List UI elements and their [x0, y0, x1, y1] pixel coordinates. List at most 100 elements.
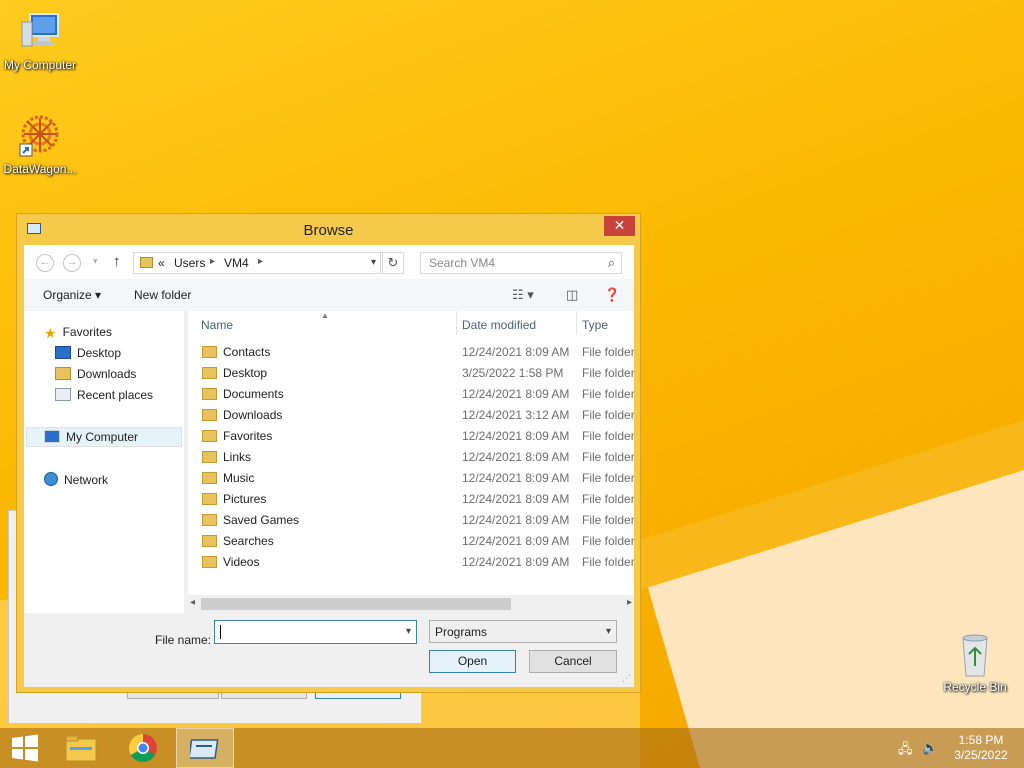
- start-button[interactable]: [0, 728, 50, 768]
- breadcrumb-separator-icon[interactable]: ▸: [258, 256, 263, 267]
- forward-button[interactable]: →: [63, 254, 81, 272]
- column-divider[interactable]: [456, 311, 457, 335]
- folder-icon: [202, 451, 217, 463]
- up-button[interactable]: ↑: [113, 253, 121, 270]
- nav-item-network[interactable]: Network: [44, 472, 108, 487]
- file-date-cell: 12/24/2021 8:09 AM: [462, 345, 570, 359]
- file-name-cell: Pictures: [202, 492, 266, 506]
- nav-item-favorites[interactable]: ★ Favorites: [44, 325, 112, 341]
- scrollbar-thumb[interactable]: [201, 598, 511, 610]
- back-button[interactable]: ←: [36, 254, 54, 272]
- column-header-type[interactable]: Type: [582, 318, 608, 332]
- clock-date: 3/25/2022: [954, 748, 1008, 762]
- dialog-titlebar[interactable]: Browse ✕: [17, 214, 640, 244]
- column-header-date-modified[interactable]: Date modified: [462, 318, 536, 332]
- file-row[interactable]: Downloads 12/24/2021 3:12 AM File folder: [188, 405, 634, 426]
- file-row[interactable]: Searches 12/24/2021 8:09 AM File folder: [188, 531, 634, 552]
- file-row[interactable]: Saved Games 12/24/2021 8:09 AM File folder: [188, 510, 634, 531]
- computer-icon: [16, 8, 64, 56]
- file-name-input[interactable]: ▾: [214, 620, 417, 644]
- help-icon[interactable]: ❓: [604, 287, 620, 303]
- column-header-name[interactable]: Name: [201, 318, 233, 332]
- file-row[interactable]: Desktop 3/25/2022 1:58 PM File folder: [188, 363, 634, 384]
- file-row[interactable]: Pictures 12/24/2021 8:09 AM File folder: [188, 489, 634, 510]
- open-button[interactable]: Open: [429, 650, 516, 673]
- desktop-icon-label: DataWagon...: [3, 162, 77, 176]
- file-name-text: Links: [223, 450, 252, 464]
- folder-icon: [202, 388, 217, 400]
- file-row[interactable]: Documents 12/24/2021 8:09 AM File folder: [188, 384, 634, 405]
- file-row[interactable]: Contacts 12/24/2021 8:09 AM File folder: [188, 342, 634, 363]
- recent-locations-dropdown[interactable]: ▾: [93, 256, 98, 267]
- cancel-button[interactable]: Cancel: [529, 650, 617, 673]
- preview-pane-icon[interactable]: ◫: [566, 287, 578, 303]
- file-type-cell: File folder: [582, 492, 634, 506]
- desktop-icon-recycle-bin[interactable]: Recycle Bin: [935, 630, 1015, 694]
- taskbar-file-explorer[interactable]: [52, 728, 110, 768]
- volume-muted-icon[interactable]: 🔈: [922, 740, 938, 756]
- text-caret: [220, 625, 221, 639]
- view-options-icon[interactable]: ☷ ▾: [512, 287, 534, 303]
- file-type-cell: File folder: [582, 450, 634, 464]
- address-dropdown-icon[interactable]: ▾: [371, 257, 376, 268]
- file-name-text: Favorites: [223, 429, 273, 443]
- file-row[interactable]: Links 12/24/2021 8:09 AM File folder: [188, 447, 634, 468]
- file-name-cell: Music: [202, 471, 254, 485]
- breadcrumb-users[interactable]: Users: [174, 256, 205, 270]
- desktop-icon-datawagon[interactable]: DataWagon...: [0, 112, 80, 176]
- address-bar[interactable]: « Users ▸ VM4 ▸ ▾: [133, 252, 381, 274]
- file-name-cell: Documents: [202, 387, 284, 401]
- new-folder-button[interactable]: New folder: [134, 288, 191, 302]
- breadcrumb-separator-icon[interactable]: ▸: [210, 256, 215, 267]
- organize-button[interactable]: Organize ▾: [43, 288, 101, 302]
- resize-grip-icon[interactable]: ⋰: [622, 673, 631, 684]
- recent-places-icon: [55, 388, 71, 401]
- search-placeholder: Search VM4: [429, 256, 496, 270]
- folder-icon: [202, 409, 217, 421]
- file-type-value: Programs: [435, 625, 488, 639]
- folder-icon: [202, 346, 217, 358]
- file-name-text: Downloads: [223, 408, 283, 422]
- dialog-client-area: ← → ▾ ↑ « Users ▸ VM4 ▸ ▾ ↻ Search VM4 ⌕…: [24, 245, 634, 687]
- scroll-right-icon[interactable]: ▸: [627, 597, 632, 608]
- scroll-left-icon[interactable]: ◂: [190, 597, 195, 608]
- file-date-cell: 12/24/2021 8:09 AM: [462, 471, 570, 485]
- nav-item-label: Network: [64, 473, 109, 487]
- network-status-icon[interactable]: 🖧: [898, 740, 913, 762]
- search-input[interactable]: Search VM4 ⌕: [420, 252, 622, 274]
- nav-item-my-computer[interactable]: My Computer: [44, 430, 138, 444]
- file-row[interactable]: Favorites 12/24/2021 8:09 AM File folder: [188, 426, 634, 447]
- chevron-down-icon[interactable]: ▾: [406, 626, 411, 637]
- file-type-cell: File folder: [582, 555, 634, 569]
- file-name-text: Videos: [223, 555, 260, 569]
- refresh-button[interactable]: ↻: [382, 252, 404, 274]
- nav-item-label: My Computer: [66, 430, 139, 444]
- search-icon: ⌕: [607, 255, 615, 270]
- file-date-cell: 12/24/2021 8:09 AM: [462, 534, 570, 548]
- taskbar-active-app[interactable]: [176, 728, 234, 768]
- file-type-cell: File folder: [582, 534, 634, 548]
- close-button[interactable]: ✕: [604, 216, 635, 236]
- breadcrumb-vm4[interactable]: VM4: [224, 256, 249, 270]
- file-row[interactable]: Videos 12/24/2021 8:09 AM File folder: [188, 552, 634, 573]
- column-divider[interactable]: [576, 311, 577, 335]
- file-type-cell: File folder: [582, 513, 634, 527]
- file-date-cell: 12/24/2021 3:12 AM: [462, 408, 570, 422]
- nav-item-recent-places[interactable]: Recent places: [55, 388, 153, 402]
- clock[interactable]: 1:58 PM 3/25/2022: [948, 733, 1014, 763]
- folder-icon: [202, 535, 217, 547]
- file-type-select[interactable]: Programs ▾: [429, 620, 617, 643]
- star-icon: ★: [44, 325, 57, 341]
- nav-item-downloads[interactable]: Downloads: [55, 367, 136, 381]
- horizontal-scrollbar[interactable]: ◂ ▸: [188, 595, 634, 613]
- windows-logo-icon: [12, 734, 38, 762]
- file-row[interactable]: Music 12/24/2021 8:09 AM File folder: [188, 468, 634, 489]
- desktop-icon-my-computer[interactable]: My Computer: [0, 8, 80, 72]
- file-name-text: Saved Games: [223, 513, 300, 527]
- taskbar-chrome[interactable]: [114, 728, 172, 768]
- folder-icon: [202, 367, 217, 379]
- address-overflow[interactable]: «: [158, 256, 165, 270]
- nav-item-desktop[interactable]: Desktop: [55, 346, 121, 360]
- folder-icon: [202, 472, 217, 484]
- arrow-up-icon: ↑: [113, 253, 121, 270]
